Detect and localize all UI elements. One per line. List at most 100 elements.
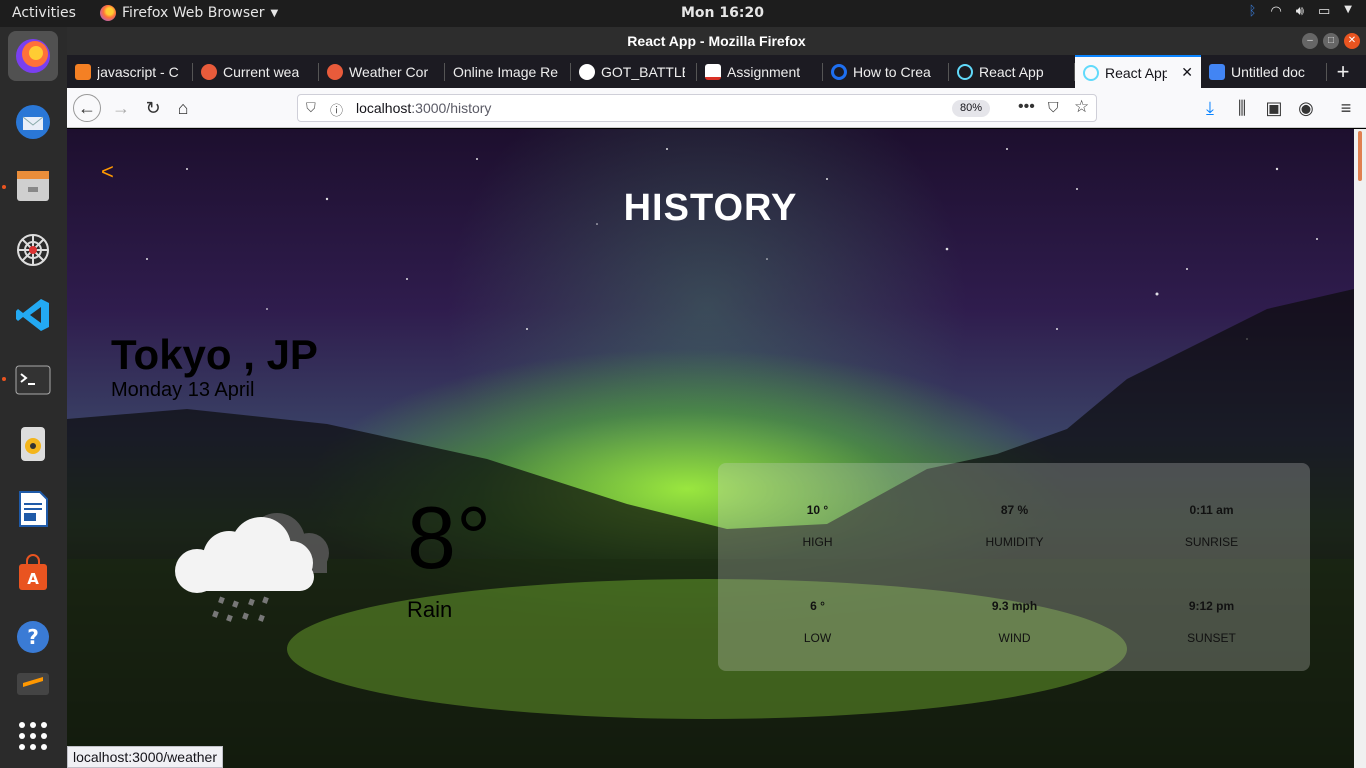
window-titlebar[interactable]: React App - Mozilla Firefox – □ ✕ <box>67 27 1366 55</box>
dock-sublime[interactable] <box>8 667 58 697</box>
tab[interactable]: How to Crea <box>823 55 949 88</box>
tab-label: GOT_BATTLE <box>601 63 685 80</box>
app-menu[interactable]: Firefox Web Browser ▼ <box>100 5 278 21</box>
dock-software-center[interactable]: A <box>8 548 58 598</box>
dock-vscode[interactable] <box>8 290 58 340</box>
tab-active[interactable]: React App ✕ <box>1075 55 1201 88</box>
tab[interactable]: Online Image Re <box>445 55 571 88</box>
forward-button[interactable]: → <box>107 94 135 122</box>
stat-value: 6 ° <box>810 599 825 613</box>
reload-button[interactable]: ↻ <box>139 94 167 122</box>
maximize-button[interactable]: □ <box>1323 33 1339 49</box>
navigation-toolbar: ← → ↻ ⌂ ⛉ ⓘ localhost:3000/history 80% •… <box>67 88 1366 128</box>
scrollbar-thumb[interactable] <box>1358 131 1362 181</box>
tab-label: Untitled doc <box>1231 63 1305 80</box>
grid-icon <box>19 722 47 750</box>
zoom-level-badge[interactable]: 80% <box>952 100 991 117</box>
show-applications-button[interactable] <box>8 711 58 761</box>
thunderbird-icon <box>16 105 50 139</box>
stat-label: HIGH <box>802 535 833 549</box>
url-text[interactable]: localhost:3000/history <box>356 100 491 116</box>
shield-icon[interactable]: ⛉ <box>306 100 316 116</box>
stat-value: 9:12 pm <box>1188 599 1235 613</box>
close-tab-icon[interactable]: ✕ <box>1181 64 1193 81</box>
downloads-icon[interactable]: ⤓ <box>1196 94 1224 122</box>
pocket-icon[interactable]: ⛉ <box>1048 99 1059 116</box>
temperature: 8° <box>407 488 492 587</box>
battery-icon[interactable]: ▭ <box>1318 4 1330 19</box>
system-top-bar: Activities Firefox Web Browser ▼ Mon 16:… <box>0 0 1366 27</box>
running-indicator <box>2 185 6 189</box>
back-button[interactable]: ← <box>73 94 101 122</box>
tab[interactable]: Untitled doc <box>1201 55 1327 88</box>
dock-thunderbird[interactable] <box>8 97 58 147</box>
tab[interactable]: javascript - C <box>67 55 193 88</box>
tab[interactable]: Weather Cor <box>319 55 445 88</box>
system-tray[interactable]: ᛒ ◠ 🔊︎ ▭ ▼ <box>1249 4 1352 19</box>
weather-stats-panel: 10 ° HIGH 87 % HUMIDITY 0:11 am SUNRISE … <box>718 463 1310 671</box>
tab[interactable]: GOT_BATTLE <box>571 55 697 88</box>
firefox-icon <box>100 5 116 21</box>
clock[interactable]: Mon 16:20 <box>681 5 764 21</box>
react-icon <box>957 63 973 80</box>
terminal-icon <box>15 365 51 395</box>
stat-value: 10 ° <box>806 503 829 517</box>
sublime-text-icon <box>17 673 49 695</box>
back-link[interactable]: < <box>101 159 114 185</box>
stat-value: 9.3 mph <box>991 599 1038 613</box>
url-path: :3000/history <box>411 100 492 116</box>
chevron-down-icon[interactable]: ▼ <box>1344 4 1352 19</box>
bluetooth-icon[interactable]: ᛒ <box>1249 4 1257 19</box>
status-link-url: localhost:3000/weather <box>67 746 223 768</box>
url-bar[interactable]: ⛉ ⓘ localhost:3000/history 80% ••• ⛉ ☆ <box>297 94 1097 122</box>
tab-label: How to Crea <box>853 63 931 80</box>
stat-label: LOW <box>803 631 832 645</box>
tab[interactable]: React App <box>949 55 1075 88</box>
volume-icon[interactable]: 🔊︎ <box>1296 4 1304 19</box>
page-content: < HISTORY Tokyo , JP Monday 13 April 8° … <box>67 129 1354 768</box>
page-title: HISTORY <box>623 187 798 229</box>
stat-label: SUNRISE <box>1184 535 1239 549</box>
weather-api-icon <box>201 63 217 80</box>
svg-text:?: ? <box>27 625 39 649</box>
firefox-icon <box>16 39 50 73</box>
account-icon[interactable]: ◉ <box>1292 94 1320 122</box>
info-icon[interactable]: ⓘ <box>330 100 343 119</box>
dock-files[interactable] <box>8 160 58 210</box>
stat-label: WIND <box>998 631 1031 645</box>
dock-web-app[interactable] <box>8 225 58 275</box>
wifi-icon[interactable]: ◠ <box>1270 4 1281 19</box>
tab[interactable]: Assignment <box>697 55 823 88</box>
dock-writer[interactable] <box>8 484 58 534</box>
library-icon[interactable]: ⫼ <box>1228 94 1256 122</box>
bookmark-star-icon[interactable]: ☆ <box>1074 97 1089 117</box>
shopping-bag-icon: A <box>19 554 47 590</box>
dock-rhythmbox[interactable] <box>8 419 58 469</box>
google-docs-icon <box>1209 63 1225 80</box>
new-tab-button[interactable]: + <box>1327 55 1359 88</box>
close-window-button[interactable]: ✕ <box>1344 33 1360 49</box>
home-icon[interactable]: ⌂ <box>169 94 197 122</box>
page-scrollbar[interactable] <box>1354 129 1366 768</box>
minimize-button[interactable]: – <box>1302 33 1318 49</box>
url-host: localhost <box>356 100 412 116</box>
speaker-icon <box>21 427 45 461</box>
dock-firefox[interactable] <box>8 31 58 81</box>
tab-strip: javascript - C Current wea Weather Cor O… <box>67 55 1366 88</box>
stat-label: HUMIDITY <box>985 535 1044 549</box>
stat-high: 10 ° HIGH <box>719 503 916 549</box>
svg-text:A: A <box>27 570 39 588</box>
date-label: Monday 13 April <box>111 379 255 401</box>
dock-terminal[interactable] <box>8 355 58 405</box>
activities-button[interactable]: Activities <box>12 5 76 21</box>
react-icon <box>1083 64 1099 81</box>
city-name: Tokyo , JP <box>111 331 318 378</box>
sidebar-icon[interactable]: ▣ <box>1260 94 1288 122</box>
page-actions-icon[interactable]: ••• <box>1018 98 1035 116</box>
tab[interactable]: Current wea <box>193 55 319 88</box>
window-title: React App - Mozilla Firefox <box>627 33 806 49</box>
dock-help[interactable]: ? <box>8 612 58 662</box>
menu-icon[interactable]: ≡ <box>1332 94 1360 122</box>
stat-sunrise: 0:11 am SUNRISE <box>1113 503 1310 549</box>
tab-label: Online Image Re <box>453 63 559 80</box>
